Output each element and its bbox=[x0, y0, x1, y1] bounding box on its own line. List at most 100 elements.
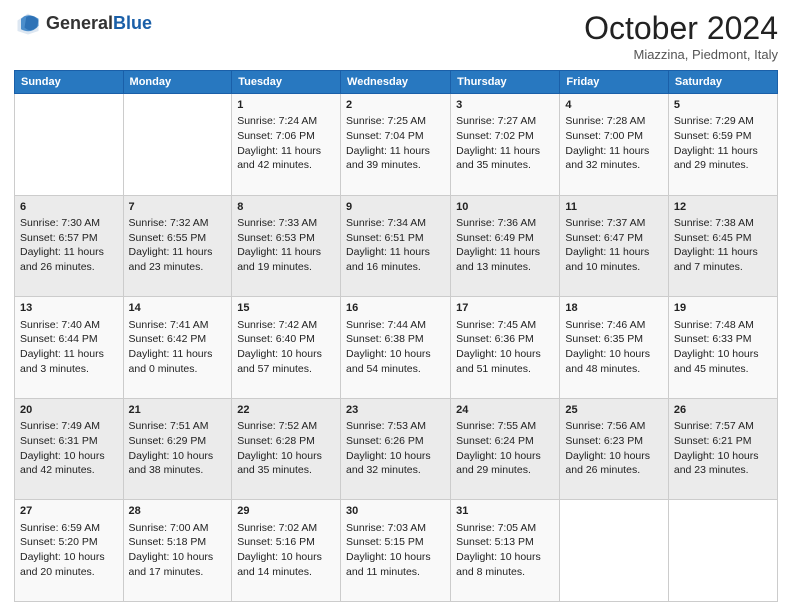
day-info: Sunset: 5:18 PM bbox=[129, 535, 227, 550]
day-number: 23 bbox=[346, 403, 445, 418]
day-info: Sunrise: 7:32 AM bbox=[129, 216, 227, 231]
day-info: Sunrise: 7:40 AM bbox=[20, 318, 118, 333]
day-info: Sunset: 6:40 PM bbox=[237, 332, 335, 347]
day-number: 9 bbox=[346, 200, 445, 215]
day-number: 2 bbox=[346, 98, 445, 113]
day-cell: 1Sunrise: 7:24 AMSunset: 7:06 PMDaylight… bbox=[232, 94, 341, 196]
day-info: Sunset: 6:31 PM bbox=[20, 434, 118, 449]
day-info: Daylight: 10 hours and 11 minutes. bbox=[346, 550, 445, 579]
day-info: Sunrise: 7:52 AM bbox=[237, 419, 335, 434]
day-cell: 20Sunrise: 7:49 AMSunset: 6:31 PMDayligh… bbox=[15, 398, 124, 500]
day-info: Sunrise: 7:03 AM bbox=[346, 521, 445, 536]
day-info: Sunset: 7:04 PM bbox=[346, 129, 445, 144]
day-info: Sunset: 6:45 PM bbox=[674, 231, 772, 246]
day-info: Sunrise: 7:36 AM bbox=[456, 216, 554, 231]
day-cell: 7Sunrise: 7:32 AMSunset: 6:55 PMDaylight… bbox=[123, 195, 232, 297]
logo-text: General Blue bbox=[46, 14, 152, 34]
day-info: Daylight: 10 hours and 29 minutes. bbox=[456, 449, 554, 478]
day-cell: 22Sunrise: 7:52 AMSunset: 6:28 PMDayligh… bbox=[232, 398, 341, 500]
day-cell: 18 Sunrise: 7:46 AMSunset: 6:35 PMDayligh… bbox=[560, 297, 668, 399]
day-number: 28 bbox=[129, 504, 227, 519]
page: General Blue October 2024 Miazzina, Pied… bbox=[0, 0, 792, 612]
day-info: Daylight: 11 hours and 42 minutes. bbox=[237, 144, 335, 173]
day-info: Sunset: 7:00 PM bbox=[565, 129, 662, 144]
day-info: Daylight: 10 hours and 14 minutes. bbox=[237, 550, 335, 579]
day-number: 16 bbox=[346, 301, 445, 316]
day-number: 14 bbox=[129, 301, 227, 316]
day-cell bbox=[123, 94, 232, 196]
day-cell: 31Sunrise: 7:05 AMSunset: 5:13 PMDayligh… bbox=[451, 500, 560, 602]
day-info: Sunset: 6:57 PM bbox=[20, 231, 118, 246]
day-cell: 26Sunrise: 7:57 AMSunset: 6:21 PMDayligh… bbox=[668, 398, 777, 500]
day-cell: 10Sunrise: 7:36 AMSunset: 6:49 PMDayligh… bbox=[451, 195, 560, 297]
week-row-4: 20Sunrise: 7:49 AMSunset: 6:31 PMDayligh… bbox=[15, 398, 778, 500]
day-info: Daylight: 10 hours and 20 minutes. bbox=[20, 550, 118, 579]
day-info: Daylight: 11 hours and 26 minutes. bbox=[20, 245, 118, 274]
day-cell: 6Sunrise: 7:30 AMSunset: 6:57 PMDaylight… bbox=[15, 195, 124, 297]
day-info: Daylight: 10 hours and 26 minutes. bbox=[565, 449, 662, 478]
day-cell: 17Sunrise: 7:45 AMSunset: 6:36 PMDayligh… bbox=[451, 297, 560, 399]
day-of-week-friday: Friday bbox=[560, 71, 668, 94]
day-cell: 2Sunrise: 7:25 AMSunset: 7:04 PMDaylight… bbox=[341, 94, 451, 196]
day-info: Daylight: 10 hours and 32 minutes. bbox=[346, 449, 445, 478]
day-number: 31 bbox=[456, 504, 554, 519]
day-info: Sunrise: 7:25 AM bbox=[346, 114, 445, 129]
day-number: 26 bbox=[674, 403, 772, 418]
day-number: 4 bbox=[565, 98, 662, 113]
day-number: 3 bbox=[456, 98, 554, 113]
day-info: Sunset: 6:55 PM bbox=[129, 231, 227, 246]
day-info: Sunset: 6:51 PM bbox=[346, 231, 445, 246]
day-of-week-sunday: Sunday bbox=[15, 71, 124, 94]
day-info: Daylight: 10 hours and 42 minutes. bbox=[20, 449, 118, 478]
day-cell: 19Sunrise: 7:48 AMSunset: 6:33 PMDayligh… bbox=[668, 297, 777, 399]
day-info: Daylight: 11 hours and 29 minutes. bbox=[674, 144, 772, 173]
day-info: Sunset: 6:49 PM bbox=[456, 231, 554, 246]
day-info: Sunset: 5:16 PM bbox=[237, 535, 335, 550]
day-info: Sunrise: 7:38 AM bbox=[674, 216, 772, 231]
day-info: Sunset: 6:24 PM bbox=[456, 434, 554, 449]
day-info: Sunset: 5:20 PM bbox=[20, 535, 118, 550]
day-info: Sunset: 6:21 PM bbox=[674, 434, 772, 449]
day-number: 11 bbox=[565, 200, 662, 215]
day-info: Sunset: 7:02 PM bbox=[456, 129, 554, 144]
day-cell: 14Sunrise: 7:41 AMSunset: 6:42 PMDayligh… bbox=[123, 297, 232, 399]
day-info: Daylight: 10 hours and 45 minutes. bbox=[674, 347, 772, 376]
day-number: 12 bbox=[674, 200, 772, 215]
day-cell: 28Sunrise: 7:00 AMSunset: 5:18 PMDayligh… bbox=[123, 500, 232, 602]
day-cell bbox=[668, 500, 777, 602]
day-info: Sunrise: 7:51 AM bbox=[129, 419, 227, 434]
day-number: 5 bbox=[674, 98, 772, 113]
day-number: 25 bbox=[565, 403, 662, 418]
day-info: Sunset: 6:33 PM bbox=[674, 332, 772, 347]
day-cell: 8Sunrise: 7:33 AMSunset: 6:53 PMDaylight… bbox=[232, 195, 341, 297]
day-info: Daylight: 10 hours and 17 minutes. bbox=[129, 550, 227, 579]
day-cell: 25Sunrise: 7:56 AMSunset: 6:23 PMDayligh… bbox=[560, 398, 668, 500]
day-info: Sunrise: 7:29 AM bbox=[674, 114, 772, 129]
day-number: 10 bbox=[456, 200, 554, 215]
day-info: Daylight: 10 hours and 54 minutes. bbox=[346, 347, 445, 376]
day-info: Sunset: 6:26 PM bbox=[346, 434, 445, 449]
day-info: Daylight: 11 hours and 39 minutes. bbox=[346, 144, 445, 173]
day-info: Sunrise: 6:59 AM bbox=[20, 521, 118, 536]
day-of-week-tuesday: Tuesday bbox=[232, 71, 341, 94]
day-info: Sunrise: 7:53 AM bbox=[346, 419, 445, 434]
day-info: Sunset: 7:06 PM bbox=[237, 129, 335, 144]
day-info: Daylight: 10 hours and 35 minutes. bbox=[237, 449, 335, 478]
day-info: Daylight: 10 hours and 51 minutes. bbox=[456, 347, 554, 376]
day-info: Sunset: 6:44 PM bbox=[20, 332, 118, 347]
day-info: Daylight: 11 hours and 23 minutes. bbox=[129, 245, 227, 274]
day-info: Sunset: 6:35 PM bbox=[565, 332, 662, 347]
day-cell: 3Sunrise: 7:27 AMSunset: 7:02 PMDaylight… bbox=[451, 94, 560, 196]
day-cell bbox=[560, 500, 668, 602]
day-info: Sunset: 6:38 PM bbox=[346, 332, 445, 347]
day-number: 13 bbox=[20, 301, 118, 316]
day-cell: 9Sunrise: 7:34 AMSunset: 6:51 PMDaylight… bbox=[341, 195, 451, 297]
day-info: Sunrise: 7:46 AM bbox=[565, 318, 662, 333]
day-info: Daylight: 11 hours and 10 minutes. bbox=[565, 245, 662, 274]
week-row-1: 1Sunrise: 7:24 AMSunset: 7:06 PMDaylight… bbox=[15, 94, 778, 196]
day-number: 18 bbox=[565, 301, 662, 316]
day-cell: 12Sunrise: 7:38 AMSunset: 6:45 PMDayligh… bbox=[668, 195, 777, 297]
day-info: Daylight: 11 hours and 3 minutes. bbox=[20, 347, 118, 376]
day-cell: 23Sunrise: 7:53 AMSunset: 6:26 PMDayligh… bbox=[341, 398, 451, 500]
day-info: Daylight: 10 hours and 48 minutes. bbox=[565, 347, 662, 376]
